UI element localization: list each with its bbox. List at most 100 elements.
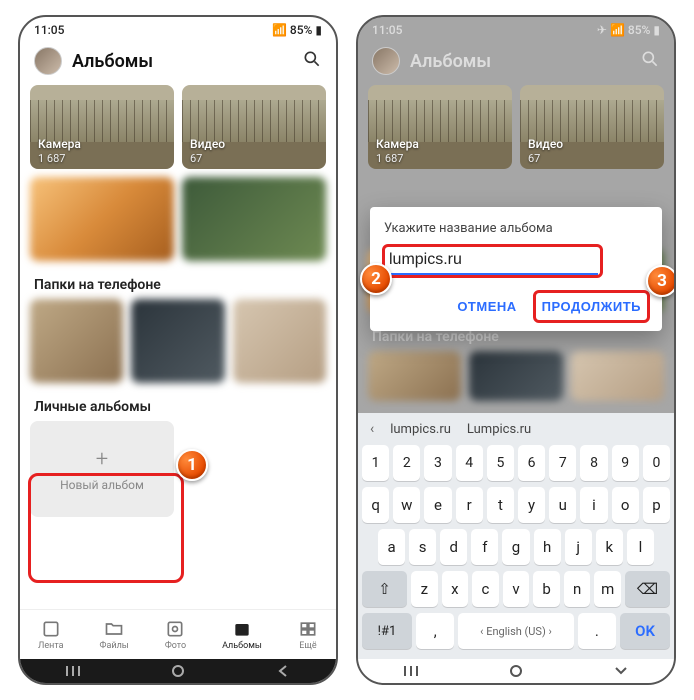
- folder-thumb[interactable]: [30, 299, 123, 383]
- key-d[interactable]: d: [440, 529, 467, 565]
- highlight-input: [382, 244, 603, 278]
- key-6[interactable]: 6: [518, 445, 545, 481]
- page-title: Альбомы: [72, 51, 292, 72]
- search-icon[interactable]: [302, 49, 322, 73]
- key-1[interactable]: 1: [362, 445, 389, 481]
- keyboard-row-1: qwertyuiop: [362, 487, 670, 523]
- key-0[interactable]: 0: [643, 445, 670, 481]
- nav-feed[interactable]: Лента: [38, 619, 64, 651]
- new-album-button[interactable]: + Новый альбом: [30, 421, 174, 517]
- symbols-key[interactable]: !#1: [362, 613, 412, 649]
- key-q[interactable]: q: [362, 487, 389, 523]
- system-nav: [20, 659, 336, 683]
- period-key[interactable]: .: [578, 613, 616, 649]
- highlight-continue: ПРОДОЛЖИТЬ: [533, 290, 650, 323]
- key-l[interactable]: l: [627, 529, 654, 565]
- key-n[interactable]: n: [564, 571, 591, 607]
- back-button[interactable]: [276, 664, 290, 678]
- key-7[interactable]: 7: [549, 445, 576, 481]
- battery-icon: ▮: [653, 23, 660, 37]
- folder-thumb: [469, 351, 562, 401]
- key-3[interactable]: 3: [424, 445, 451, 481]
- recent-apps-button[interactable]: [404, 664, 418, 678]
- continue-button[interactable]: ПРОДОЛЖИТЬ: [538, 293, 645, 320]
- app-bar: Альбомы: [358, 39, 674, 85]
- key-f[interactable]: f: [471, 529, 498, 565]
- key-j[interactable]: j: [565, 529, 592, 565]
- system-nav: [358, 659, 674, 683]
- nav-more[interactable]: Ещё: [298, 619, 318, 651]
- status-icons: 📶 85% ▮: [272, 23, 322, 37]
- key-u[interactable]: u: [549, 487, 576, 523]
- key-5[interactable]: 5: [487, 445, 514, 481]
- shift-key[interactable]: ⇧: [362, 571, 407, 607]
- key-o[interactable]: o: [612, 487, 639, 523]
- key-m[interactable]: m: [594, 571, 621, 607]
- app-bar: Альбомы: [20, 39, 336, 85]
- chevron-left-icon[interactable]: ‹: [370, 421, 374, 437]
- key-9[interactable]: 9: [612, 445, 639, 481]
- album-thumb[interactable]: [30, 177, 174, 261]
- key-2[interactable]: 2: [393, 445, 420, 481]
- search-icon: [640, 49, 660, 73]
- home-button[interactable]: [509, 664, 523, 678]
- key-a[interactable]: a: [378, 529, 405, 565]
- album-name-input[interactable]: [387, 247, 598, 275]
- album-label: Камера: [38, 137, 81, 151]
- folder-thumb[interactable]: [131, 299, 224, 383]
- avatar[interactable]: [34, 47, 62, 75]
- cancel-button[interactable]: ОТМЕНА: [453, 292, 520, 321]
- key-w[interactable]: w: [393, 487, 420, 523]
- key-v[interactable]: v: [503, 571, 530, 607]
- key-x[interactable]: x: [442, 571, 469, 607]
- folder-thumb[interactable]: [233, 299, 326, 383]
- key-z[interactable]: z: [411, 571, 438, 607]
- nav-albums[interactable]: Альбомы: [222, 619, 262, 651]
- signal-icon: 📶: [272, 23, 287, 37]
- key-k[interactable]: k: [596, 529, 623, 565]
- keyboard-row-numbers: 1234567890: [362, 445, 670, 481]
- album-thumb[interactable]: [182, 177, 326, 261]
- comma-key[interactable]: ,: [416, 613, 454, 649]
- key-b[interactable]: b: [533, 571, 560, 607]
- section-phone-folders: Папки на телефоне: [30, 269, 326, 299]
- key-p[interactable]: p: [643, 487, 670, 523]
- battery-text: 85%: [628, 23, 650, 37]
- key-c[interactable]: c: [472, 571, 499, 607]
- home-button[interactable]: [171, 664, 185, 678]
- suggestion[interactable]: Lumpics.ru: [467, 422, 531, 437]
- key-y[interactable]: y: [518, 487, 545, 523]
- screenshot-right: 11:05 ✈ 📶 85% ▮ Альбомы Камера 1 687: [356, 15, 676, 685]
- signal-icon: 📶: [610, 23, 625, 37]
- album-video: Видео 67: [520, 85, 664, 169]
- hide-keyboard-button[interactable]: [614, 664, 628, 678]
- album-video[interactable]: Видео 67: [182, 85, 326, 169]
- key-8[interactable]: 8: [580, 445, 607, 481]
- status-bar: 11:05 📶 85% ▮: [20, 17, 336, 39]
- key-t[interactable]: t: [487, 487, 514, 523]
- battery-text: 85%: [290, 23, 312, 37]
- key-e[interactable]: e: [424, 487, 451, 523]
- section-personal-albums: Личные альбомы: [30, 391, 326, 421]
- key-i[interactable]: i: [580, 487, 607, 523]
- key-r[interactable]: r: [456, 487, 483, 523]
- new-album-label: Новый альбом: [60, 478, 144, 492]
- key-g[interactable]: g: [502, 529, 529, 565]
- keyboard: ‹ lumpics.ru Lumpics.ru 1234567890 qwert…: [358, 413, 674, 659]
- album-camera[interactable]: Камера 1 687: [30, 85, 174, 169]
- nav-files[interactable]: Файлы: [100, 619, 129, 651]
- keyboard-row-bottom: !#1 , ‹ English (US) › . OK: [362, 613, 670, 649]
- page-title: Альбомы: [410, 51, 630, 72]
- recent-apps-button[interactable]: [66, 664, 80, 678]
- album-count: 67: [190, 152, 202, 165]
- ok-key[interactable]: OK: [620, 613, 670, 649]
- keyboard-row-2: asdfghjkl: [362, 529, 670, 565]
- screenshot-left: 11:05 📶 85% ▮ Альбомы Камера 1 687 Видео…: [18, 15, 338, 685]
- nav-photo[interactable]: Фото: [165, 619, 186, 651]
- key-4[interactable]: 4: [456, 445, 483, 481]
- suggestion[interactable]: lumpics.ru: [390, 422, 451, 437]
- backspace-key[interactable]: ⌫: [625, 571, 670, 607]
- key-h[interactable]: h: [534, 529, 561, 565]
- space-key[interactable]: ‹ English (US) ›: [458, 613, 573, 649]
- key-s[interactable]: s: [409, 529, 436, 565]
